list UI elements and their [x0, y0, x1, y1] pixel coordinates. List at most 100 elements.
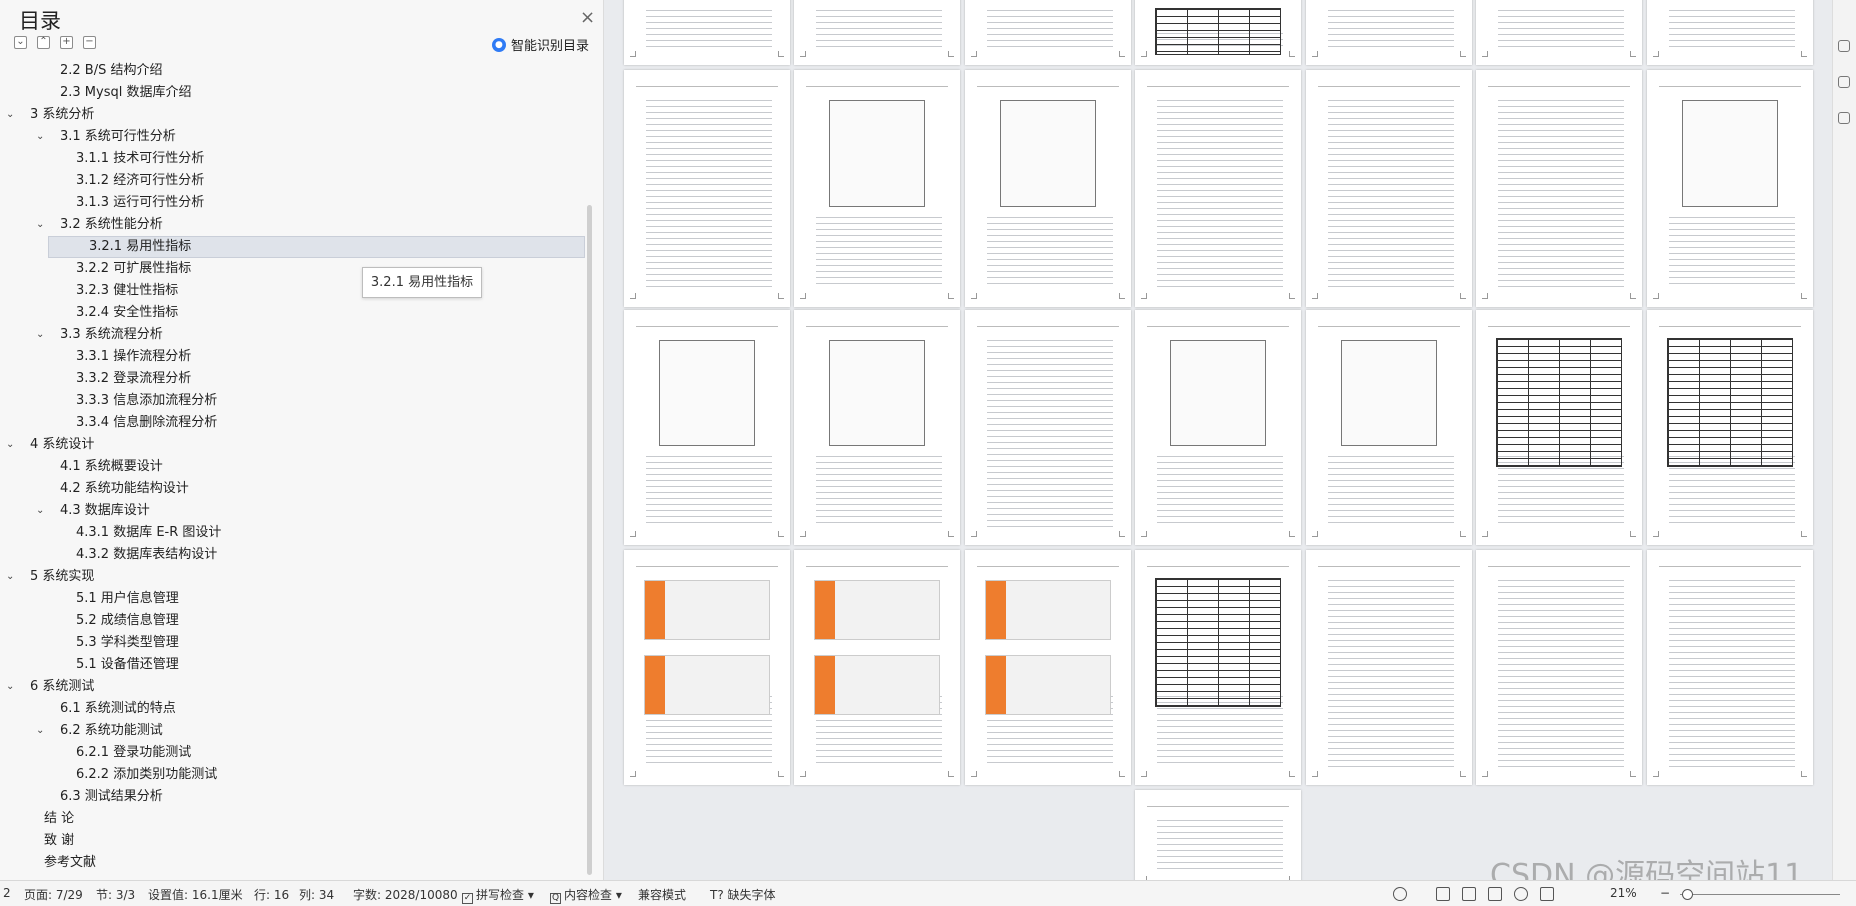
toc-item[interactable]: ⌄ 3 系统分析 [0, 104, 585, 126]
web-view-icon[interactable] [1514, 887, 1528, 901]
document-page-thumbnail[interactable] [794, 70, 960, 307]
toc-item[interactable]: ⌄ 3.1 系统可行性分析 [0, 126, 585, 148]
toc-item[interactable]: ⌄ 6.2 系统功能测试 [0, 720, 585, 742]
toc-item[interactable]: 6.1 系统测试的特点 [0, 698, 585, 720]
document-page-thumbnail[interactable] [1647, 310, 1813, 545]
toc-item[interactable]: ⌄ 4 系统设计 [0, 434, 585, 456]
toc-item[interactable]: 3.3.1 操作流程分析 [0, 346, 585, 368]
properties-icon[interactable] [1838, 112, 1850, 124]
document-page-thumbnail[interactable] [1135, 310, 1301, 545]
toc-item[interactable]: 3.2.3 健壮性指标 [0, 280, 585, 302]
missing-font-button[interactable]: T? 缺失字体 [710, 886, 776, 903]
toc-item[interactable]: 致 谢 [0, 830, 585, 852]
document-page-thumbnail[interactable] [1306, 0, 1472, 65]
chevron-down-icon[interactable]: ⌄ [6, 566, 14, 588]
close-icon[interactable]: × [580, 7, 595, 28]
toc-item[interactable]: 4.1 系统概要设计 [0, 456, 585, 478]
spell-check-button[interactable]: ✓ 拼写检查 ▾ [462, 886, 534, 904]
document-page-thumbnail[interactable] [1647, 70, 1813, 307]
document-page-thumbnail[interactable] [1306, 550, 1472, 785]
document-page-thumbnail[interactable] [1476, 310, 1642, 545]
read-mode-icon[interactable] [1488, 887, 1502, 901]
toc-item[interactable]: 3.2.4 安全性指标 [0, 302, 585, 324]
toc-item[interactable]: 5.3 学科类型管理 [0, 632, 585, 654]
toc-item[interactable]: 6.3 测试结果分析 [0, 786, 585, 808]
toc-item[interactable]: 3.3.2 登录流程分析 [0, 368, 585, 390]
toc-item[interactable]: 5.2 成绩信息管理 [0, 610, 585, 632]
zoom-slider-handle[interactable] [1682, 889, 1693, 900]
document-page-thumbnail[interactable] [1135, 0, 1301, 65]
search-panel-icon[interactable] [1838, 76, 1850, 88]
document-page-thumbnail[interactable] [1306, 70, 1472, 307]
toc-item[interactable]: 6.2.2 添加类别功能测试 [0, 764, 585, 786]
outline-view-icon[interactable] [1462, 887, 1476, 901]
document-page-thumbnail[interactable] [1135, 70, 1301, 307]
document-page-thumbnail[interactable] [1476, 550, 1642, 785]
chevron-down-icon[interactable]: ⌄ [6, 434, 14, 456]
expand-all-icon[interactable]: ⌃ [37, 36, 50, 49]
toc-item[interactable]: 2.3 Mysql 数据库介绍 [0, 82, 585, 104]
chevron-down-icon[interactable]: ⌄ [36, 324, 44, 346]
chevron-down-icon[interactable]: ⌄ [36, 720, 44, 742]
toc-item[interactable]: 4.3.1 数据库 E-R 图设计 [0, 522, 585, 544]
zoom-level[interactable]: 21% [1610, 886, 1637, 900]
chevron-down-icon[interactable]: ⌄ [36, 500, 44, 522]
toc-item[interactable]: ⌄ 3.2 系统性能分析 [0, 214, 585, 236]
document-page-thumbnail[interactable] [1647, 0, 1813, 65]
document-page-thumbnail[interactable] [965, 550, 1131, 785]
remove-heading-icon[interactable]: − [83, 36, 96, 49]
toc-item[interactable]: 3.1.1 技术可行性分析 [0, 148, 585, 170]
document-page-thumbnail[interactable] [1476, 70, 1642, 307]
toc-item[interactable]: 3.3.4 信息删除流程分析 [0, 412, 585, 434]
document-page-thumbnail[interactable] [794, 550, 960, 785]
document-page-thumbnail[interactable] [1647, 550, 1813, 785]
page-view-icon[interactable] [1436, 887, 1450, 901]
document-page-thumbnail[interactable] [965, 0, 1131, 65]
document-page-thumbnail[interactable] [1306, 310, 1472, 545]
toc-item[interactable]: ⌄ 5 系统实现 [0, 566, 585, 588]
chevron-down-icon[interactable]: ⌄ [6, 104, 14, 126]
toc-item[interactable]: ⌄ 4.3 数据库设计 [0, 500, 585, 522]
edit-pen-icon[interactable] [1540, 887, 1554, 901]
document-page-thumbnail[interactable] [965, 310, 1131, 545]
document-page-thumbnail[interactable] [624, 550, 790, 785]
toc-item[interactable]: 结 论 [0, 808, 585, 830]
toc-item[interactable]: 5.1 设备借还管理 [0, 654, 585, 676]
toc-item[interactable]: 3.2.1 易用性指标 [48, 236, 585, 258]
document-page-thumbnail[interactable] [794, 310, 960, 545]
toc-item[interactable]: 3.2.2 可扩展性指标 [0, 258, 585, 280]
document-page-thumbnail[interactable] [794, 0, 960, 65]
document-page-thumbnail[interactable] [965, 70, 1131, 307]
document-page-thumbnail[interactable] [624, 0, 790, 65]
chevron-down-icon[interactable]: ⌄ [36, 214, 44, 236]
zoom-out-icon[interactable]: − [1660, 886, 1670, 900]
document-pages-view[interactable] [604, 0, 1832, 880]
document-page-thumbnail[interactable] [1476, 0, 1642, 65]
toc-item[interactable]: ⌄ 6 系统测试 [0, 676, 585, 698]
toc-item[interactable]: 参考文献 [0, 852, 585, 874]
panel-toggle-icon[interactable] [1838, 40, 1850, 52]
toc-item[interactable]: ⌄ 3.3 系统流程分析 [0, 324, 585, 346]
status-page[interactable]: 页面: 7/29 [24, 886, 83, 903]
document-page-thumbnail[interactable] [1135, 790, 1301, 880]
document-page-thumbnail[interactable] [624, 310, 790, 545]
toc-item[interactable]: 5.1 用户信息管理 [0, 588, 585, 610]
toc-item[interactable]: 4.2 系统功能结构设计 [0, 478, 585, 500]
status-words[interactable]: 字数: 2028/10080 [353, 886, 458, 903]
toc-item[interactable]: 6.2.1 登录功能测试 [0, 742, 585, 764]
compat-mode[interactable]: 兼容模式 [638, 886, 686, 903]
smart-toc-button[interactable]: ● 智能识别目录 [491, 35, 589, 54]
toc-item[interactable]: 2.2 B/S 结构介绍 [0, 60, 585, 82]
toc-item[interactable]: 3.1.2 经济可行性分析 [0, 170, 585, 192]
toc-item[interactable]: 3.1.3 运行可行性分析 [0, 192, 585, 214]
chevron-down-icon[interactable]: ⌄ [6, 676, 14, 698]
eye-icon[interactable] [1393, 887, 1407, 901]
toc-scrollbar[interactable] [587, 205, 592, 875]
content-check-button[interactable]: Q 内容检查 ▾ [550, 886, 622, 904]
toc-item[interactable]: 4.3.2 数据库表结构设计 [0, 544, 585, 566]
document-page-thumbnail[interactable] [624, 70, 790, 307]
chevron-down-icon[interactable]: ⌄ [36, 126, 44, 148]
toc-item[interactable]: 3.3.3 信息添加流程分析 [0, 390, 585, 412]
document-page-thumbnail[interactable] [1135, 550, 1301, 785]
add-heading-icon[interactable]: + [60, 36, 73, 49]
